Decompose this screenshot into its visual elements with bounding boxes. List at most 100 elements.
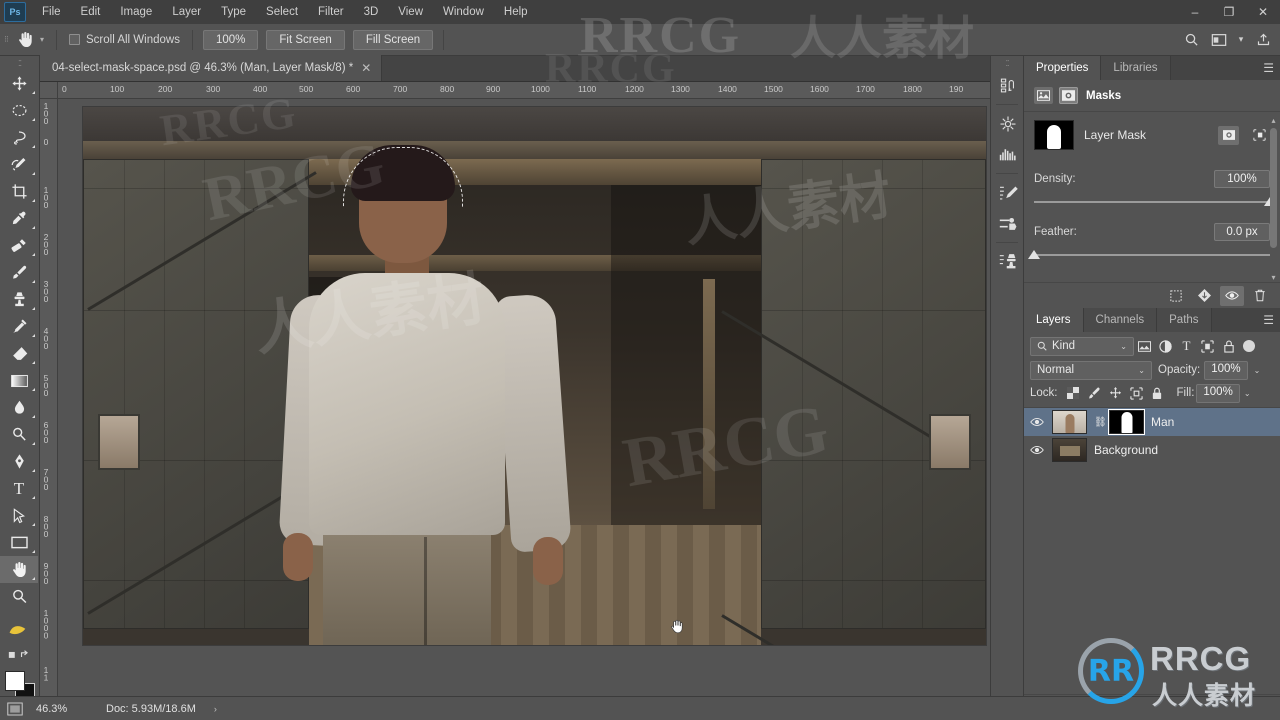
restore-button[interactable]: ❐ — [1212, 0, 1246, 24]
horizontal-ruler[interactable]: 0 100 200 300 400 500 600 700 800 900 10… — [58, 82, 990, 99]
layer-mask-thumbnail[interactable] — [1034, 120, 1074, 150]
zoom-tool[interactable] — [0, 583, 38, 610]
filter-adjustment-icon[interactable] — [1155, 336, 1176, 356]
workspace-icon[interactable] — [1206, 28, 1232, 52]
rectangle-tool[interactable] — [0, 529, 38, 556]
tab-layers[interactable]: Layers — [1024, 308, 1084, 332]
select-vector-mask-icon[interactable] — [1249, 126, 1270, 145]
lock-artboard-nesting-icon[interactable] — [1127, 384, 1146, 403]
hand-tool-icon[interactable] — [12, 27, 38, 53]
pixel-mask-icon[interactable] — [1034, 87, 1053, 104]
scroll-up-icon[interactable]: ▴ — [1269, 116, 1278, 125]
search-icon[interactable] — [1178, 28, 1204, 52]
filter-smart-object-icon[interactable] — [1218, 336, 1239, 356]
share-icon[interactable] — [1250, 28, 1276, 52]
crop-tool[interactable] — [0, 178, 38, 205]
tool-preset-chevron-icon[interactable]: ▾ — [38, 35, 50, 44]
eyedropper-tool[interactable] — [0, 205, 38, 232]
properties-scrollbar[interactable]: ▴ ▾ — [1269, 116, 1278, 282]
foreground-color-swatch[interactable] — [5, 671, 25, 691]
chevron-down-icon[interactable]: ▾ — [1234, 28, 1248, 52]
scroll-all-windows-checkbox[interactable] — [69, 34, 81, 45]
tab-properties[interactable]: Properties — [1024, 56, 1102, 80]
lock-image-pixels-icon[interactable] — [1085, 384, 1104, 403]
properties-panel-menu-icon[interactable]: ☰ — [1263, 56, 1274, 80]
table-row[interactable]: ⛓ Man — [1024, 408, 1280, 436]
tab-channels[interactable]: Channels — [1083, 308, 1158, 332]
layer-name[interactable]: Man — [1151, 415, 1174, 429]
menu-view[interactable]: View — [388, 0, 433, 24]
feather-thumb[interactable] — [1028, 250, 1040, 259]
dodge-tool[interactable] — [0, 421, 38, 448]
fit-screen-button[interactable]: Fit Screen — [266, 29, 345, 50]
dock-grip[interactable]: ⁚⁚ — [991, 56, 1023, 70]
toggle-mask-icon[interactable] — [1220, 285, 1244, 306]
close-icon[interactable]: ✕ — [361, 62, 371, 74]
filter-pixel-icon[interactable] — [1134, 336, 1155, 356]
scrollbar-thumb[interactable] — [1270, 128, 1277, 248]
fill-chevron-icon[interactable]: ⌄ — [1242, 389, 1251, 398]
toolbar-grip[interactable]: ⁚⁚ — [0, 56, 39, 70]
vector-mask-icon[interactable] — [1059, 87, 1078, 104]
clone-source-icon[interactable] — [991, 247, 1025, 277]
feather-value[interactable]: 0.0 px — [1214, 223, 1270, 241]
menu-window[interactable]: Window — [433, 0, 494, 24]
menu-layer[interactable]: Layer — [162, 0, 211, 24]
opacity-value[interactable]: 100% — [1204, 360, 1248, 380]
ruler-corner[interactable] — [40, 82, 58, 99]
load-selection-icon[interactable] — [1164, 286, 1188, 306]
options-bar-grip[interactable]: ⁝⁝ — [0, 24, 12, 55]
path-selection-tool[interactable] — [0, 502, 38, 529]
lasso-tool[interactable] — [0, 124, 38, 151]
canvas-viewport[interactable]: RRCG 人人素材 RRCG 人人素材 — [58, 99, 990, 696]
tab-libraries[interactable]: Libraries — [1101, 56, 1171, 80]
density-slider[interactable] — [1034, 197, 1276, 207]
scroll-down-icon[interactable]: ▾ — [1269, 273, 1278, 282]
feather-slider[interactable] — [1028, 250, 1270, 260]
layer-name[interactable]: Background — [1094, 443, 1158, 457]
chevron-down-icon[interactable]: ⌄ — [1138, 366, 1145, 375]
healing-brush-tool[interactable] — [0, 232, 38, 259]
opacity-chevron-icon[interactable]: ⌄ — [1252, 366, 1261, 375]
fill-screen-button[interactable]: Fill Screen — [352, 29, 434, 50]
gradient-tool[interactable] — [0, 367, 38, 394]
move-tool[interactable] — [0, 70, 38, 97]
status-expand-icon[interactable]: › — [196, 704, 217, 714]
zoom-100-button[interactable]: 100% — [202, 29, 259, 50]
clone-stamp-tool[interactable] — [0, 286, 38, 313]
brush-presets-icon[interactable] — [991, 208, 1025, 238]
menu-type[interactable]: Type — [211, 0, 256, 24]
lock-transparent-pixels-icon[interactable] — [1064, 384, 1083, 403]
layer-thumbnail[interactable] — [1052, 438, 1087, 462]
scroll-all-windows-option[interactable]: Scroll All Windows — [63, 34, 186, 46]
blend-mode-select[interactable]: Normal ⌄ — [1030, 360, 1152, 380]
filter-kind-select[interactable]: Kind ⌄ — [1030, 336, 1134, 356]
select-pixel-mask-icon[interactable] — [1218, 125, 1239, 145]
filter-enable-toggle[interactable] — [1243, 340, 1255, 352]
type-tool[interactable]: T — [0, 475, 38, 502]
apply-mask-icon[interactable] — [1192, 286, 1216, 306]
zoom-level[interactable]: 46.3% — [30, 703, 88, 715]
mask-link-icon[interactable]: ⛓ — [1094, 417, 1107, 428]
density-value[interactable]: 100% — [1214, 170, 1270, 188]
menu-help[interactable]: Help — [494, 0, 538, 24]
histogram-panel-icon[interactable] — [991, 139, 1025, 169]
menu-filter[interactable]: Filter — [308, 0, 354, 24]
extra-tools-icon[interactable] — [0, 643, 38, 665]
pen-tool[interactable] — [0, 448, 38, 475]
layer-visibility-icon[interactable] — [1029, 445, 1045, 455]
close-button[interactable]: ✕ — [1246, 0, 1280, 24]
menu-image[interactable]: Image — [110, 0, 162, 24]
table-row[interactable]: Background — [1024, 436, 1280, 464]
minimize-button[interactable]: – — [1178, 0, 1212, 24]
blur-tool[interactable] — [0, 394, 38, 421]
adjustments-panel-icon[interactable] — [991, 109, 1025, 139]
layer-visibility-icon[interactable] — [1029, 417, 1045, 427]
brush-tool[interactable] — [0, 259, 38, 286]
marquee-tool[interactable] — [0, 97, 38, 124]
lock-position-icon[interactable] — [1106, 384, 1125, 403]
quick-selection-tool[interactable] — [0, 151, 38, 178]
layer-mask-row[interactable]: Layer Mask — [1024, 111, 1280, 158]
eraser-tool[interactable] — [0, 340, 38, 367]
filter-type-icon[interactable]: T — [1176, 336, 1197, 356]
